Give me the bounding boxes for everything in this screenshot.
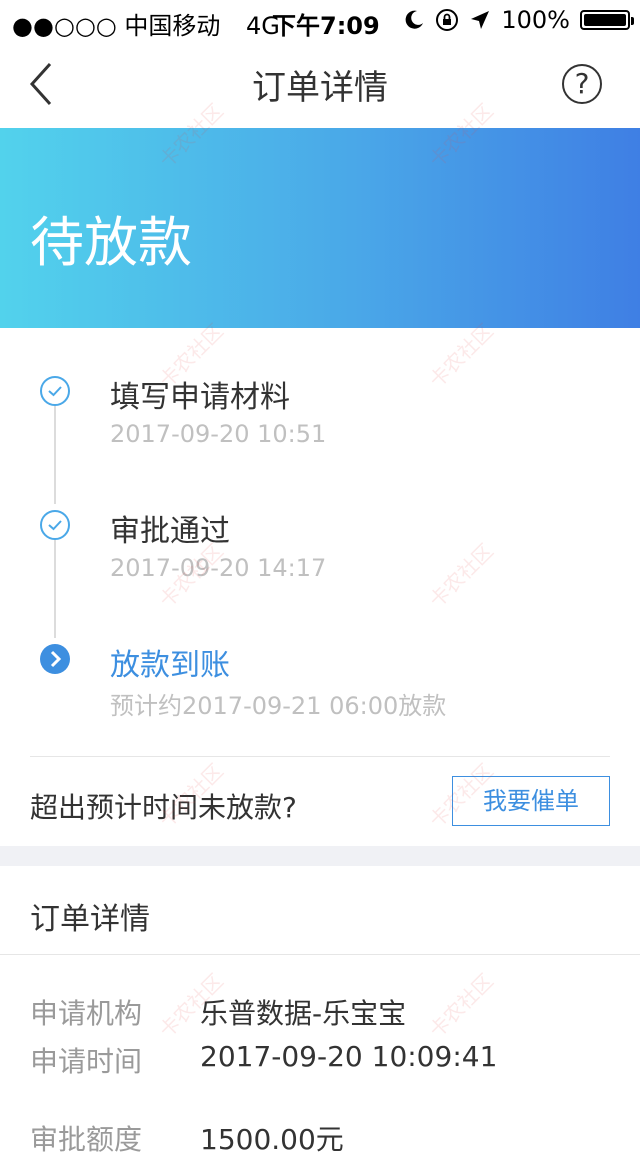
timeline-connector bbox=[54, 540, 56, 638]
urge-prompt: 超出预计时间未放款? bbox=[30, 791, 297, 824]
step-active-chevron-icon bbox=[40, 644, 70, 674]
divider bbox=[0, 954, 640, 955]
battery-icon bbox=[580, 10, 634, 30]
order-status-title: 待放款 bbox=[30, 211, 192, 274]
status-bar: ●●○○○ 中国移动 4G 下午7:09 100% bbox=[0, 0, 640, 40]
location-arrow-icon bbox=[471, 11, 490, 29]
battery-percent: 100% bbox=[501, 6, 570, 34]
urge-order-button[interactable]: 我要催单 bbox=[452, 776, 610, 826]
step-title-active: 放款到账 bbox=[110, 648, 230, 683]
details-section-title: 订单详情 bbox=[30, 902, 150, 937]
help-icon[interactable]: ? bbox=[562, 64, 602, 104]
timeline-connector bbox=[54, 406, 56, 504]
detail-label: 审批额度 bbox=[30, 1123, 143, 1156]
watermark: 卡农社区 bbox=[424, 968, 498, 1043]
carrier-signal: ●●○○○ 中国移动 4G bbox=[12, 6, 280, 41]
status-icons: 100% bbox=[403, 6, 634, 34]
detail-value: 1500.00元 bbox=[200, 1123, 344, 1156]
rotation-lock-icon bbox=[436, 9, 459, 31]
detail-value: 乐普数据-乐宝宝 bbox=[200, 997, 407, 1030]
nav-bar: 订单详情 ? bbox=[0, 40, 640, 129]
status-banner: 待放款 bbox=[0, 128, 640, 328]
detail-value: 2017-09-20 10:09:41 bbox=[200, 1040, 498, 1073]
progress-timeline: 填写申请材料 2017-09-20 10:51 审批通过 2017-09-20 … bbox=[0, 328, 640, 756]
carrier-label: ●●○○○ 中国移动 bbox=[12, 12, 221, 40]
status-time: 下午7:09 bbox=[272, 12, 380, 40]
step-check-icon bbox=[40, 376, 70, 406]
detail-label: 申请时间 bbox=[30, 1045, 143, 1078]
step-title: 填写申请材料 bbox=[110, 380, 290, 415]
detail-label: 申请机构 bbox=[30, 997, 143, 1030]
step-check-icon bbox=[40, 510, 70, 540]
step-title: 审批通过 bbox=[110, 514, 230, 549]
divider bbox=[30, 756, 610, 757]
step-time: 预计约2017-09-21 06:00放款 bbox=[110, 692, 447, 720]
page-title: 订单详情 bbox=[252, 68, 388, 108]
section-gap bbox=[0, 846, 640, 866]
step-time: 2017-09-20 10:51 bbox=[110, 420, 327, 448]
moon-icon bbox=[406, 10, 424, 29]
step-time: 2017-09-20 14:17 bbox=[110, 554, 327, 582]
